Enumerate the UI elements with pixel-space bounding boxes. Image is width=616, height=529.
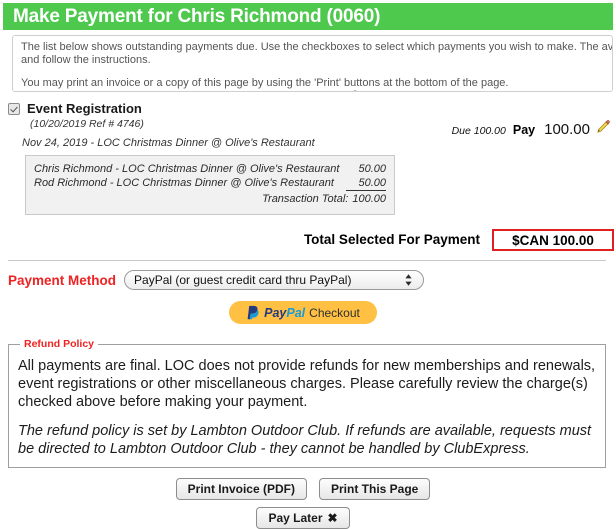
print-buttons-row: Print Invoice (PDF) Print This Page (0, 478, 616, 500)
paypal-word-pay: Pay (264, 305, 287, 320)
transaction-amount: 50.00 (358, 163, 386, 175)
payment-method-select[interactable]: PayPal (or guest credit card thru PayPal… (124, 270, 425, 290)
payment-method-row: Payment Method PayPal (or guest credit c… (8, 270, 616, 290)
transaction-detail-box: Chris Richmond - LOC Christmas Dinner @ … (25, 155, 395, 215)
total-selected-value: $CAN 100.00 (492, 229, 614, 251)
due-pay-group: Due 100.00 Pay 100.00 (452, 120, 610, 138)
paypal-logo-icon (246, 305, 259, 320)
transaction-row: Rod Richmond - LOC Christmas Dinner @ Ol… (34, 176, 386, 191)
payment-method-select-wrapper[interactable]: PayPal (or guest credit card thru PayPal… (124, 270, 425, 290)
instructions-spacer (21, 67, 604, 77)
transaction-total-label: Transaction Total: (262, 193, 349, 205)
instructions-line-3: You may print an invoice or a copy of th… (21, 77, 509, 89)
pay-later-button[interactable]: Pay Later ✖ (256, 507, 350, 529)
refund-policy-paragraph-2: The refund policy is set by Lambton Outd… (18, 423, 592, 457)
pay-later-label: Pay Later (268, 511, 323, 525)
paypal-checkout-button[interactable]: Pay Pal Checkout (229, 301, 377, 324)
x-mark-icon: ✖ (327, 511, 338, 525)
transaction-total-amount: 100.00 (352, 193, 386, 205)
transaction-total-row: Transaction Total: 100.00 (34, 192, 386, 207)
registration-title-row: Event Registration (8, 101, 616, 116)
refund-policy-panel: Refund Policy All payments are final. LO… (8, 338, 606, 468)
paypal-checkout-row: Pay Pal Checkout (0, 301, 616, 324)
instructions-line-1: The list below shows outstanding payment… (21, 41, 613, 53)
transaction-description: Chris Richmond - LOC Christmas Dinner @ … (34, 163, 340, 175)
refund-policy-paragraph-1: All payments are final. LOC does not pro… (18, 358, 596, 410)
event-registration-section: Event Registration (10/20/2019 Ref # 474… (0, 101, 616, 215)
pencil-icon (344, 90, 357, 91)
edit-amount-pencil-icon[interactable] (596, 120, 610, 137)
pay-amount-value: 100.00 (544, 121, 590, 138)
page-title: Make Payment for Chris Richmond (0060) (3, 3, 613, 30)
section-divider (8, 260, 606, 261)
transaction-amount: 50.00 (346, 176, 386, 191)
paypal-word-checkout: Checkout (309, 305, 360, 320)
paypal-word-pal: Pal (286, 305, 306, 320)
payment-method-label: Payment Method (8, 272, 117, 288)
transaction-description: Rod Richmond - LOC Christmas Dinner @ Ol… (34, 177, 334, 189)
pay-later-row: Pay Later ✖ (0, 507, 616, 529)
instructions-panel: The list below shows outstanding payment… (12, 35, 613, 92)
registration-title: Event Registration (27, 101, 142, 116)
total-selected-row: Total Selected For Payment $CAN 100.00 (0, 229, 616, 251)
amount-due-label: Due 100.00 (451, 125, 506, 137)
print-invoice-button[interactable]: Print Invoice (PDF) (175, 478, 307, 500)
instructions-line-2: and follow the instructions. (21, 54, 151, 66)
transaction-row: Chris Richmond - LOC Christmas Dinner @ … (34, 162, 386, 176)
refund-policy-legend: Refund Policy (24, 338, 95, 350)
print-this-page-button[interactable]: Print This Page (318, 478, 431, 500)
total-selected-label: Total Selected For Payment (303, 232, 480, 247)
registration-checkbox[interactable] (8, 102, 20, 115)
registration-event-line: Nov 24, 2019 - LOC Christmas Dinner @ Ol… (22, 137, 315, 149)
pay-label: Pay (512, 123, 536, 137)
instructions-line-4: If partial payment is allowed for one or… (21, 90, 604, 91)
